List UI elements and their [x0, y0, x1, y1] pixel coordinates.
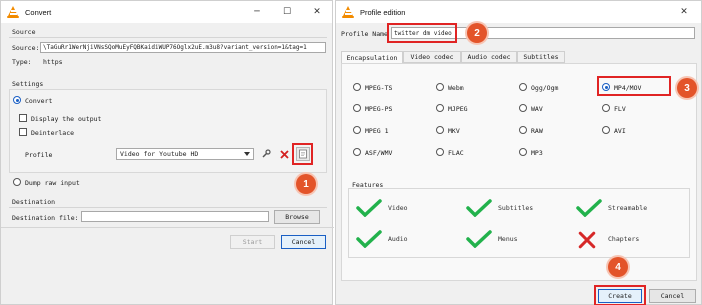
format-label: MPEG-TS [365, 84, 393, 92]
format-label: FLV [614, 105, 626, 113]
format-radio-avi[interactable] [602, 126, 610, 134]
convert-radio-label: Convert [25, 97, 53, 105]
format-radio-mpeg-1[interactable] [353, 126, 361, 134]
check-icon [576, 199, 602, 217]
maximize-icon[interactable]: ☐ [272, 1, 302, 23]
start-button[interactable]: Start [230, 235, 275, 249]
tab-video-codec[interactable]: Video codec [403, 51, 461, 63]
profile-name-label: Profile Name [341, 30, 388, 38]
cross-icon [578, 231, 596, 249]
convert-window: Convert ─ ☐ ✕ Source Source: \TaGuRr1Wer… [0, 0, 334, 305]
format-label: MJPEG [448, 105, 468, 113]
minimize-icon[interactable]: ─ [242, 1, 272, 23]
destination-label: Destination file: [12, 214, 79, 222]
format-label: MPEG 1 [365, 127, 389, 135]
profile-select[interactable]: Video for Youtube HD [116, 148, 254, 160]
tab-subtitles[interactable]: Subtitles [517, 51, 565, 63]
window-title: Convert [25, 7, 52, 17]
format-radio-mpeg-ps[interactable] [353, 104, 361, 112]
feature-label: Chapters [608, 235, 640, 243]
type-value: https [43, 58, 63, 66]
delete-icon [279, 149, 289, 159]
display-output-checkbox[interactable] [19, 114, 27, 122]
format-radio-ogg-ogm[interactable] [519, 83, 527, 91]
chevron-down-icon [244, 152, 250, 156]
destination-section-label: Destination [12, 198, 56, 206]
browse-button[interactable]: Browse [274, 210, 320, 224]
format-radio-wav[interactable] [519, 104, 527, 112]
profile-select-value: Video for Youtube HD [120, 150, 199, 158]
format-label: AVI [614, 127, 626, 135]
display-output-label: Display the output [31, 115, 102, 123]
format-label: MKV [448, 127, 460, 135]
format-radio-mjpeg[interactable] [436, 104, 444, 112]
close-icon[interactable]: ✕ [302, 1, 332, 23]
vlc-icon [7, 6, 19, 18]
close-icon[interactable]: ✕ [667, 1, 701, 23]
cancel-button[interactable]: Cancel [281, 235, 326, 249]
vlc-icon [342, 6, 354, 18]
profile-label: Profile [25, 151, 53, 159]
format-radio-flv[interactable] [602, 104, 610, 112]
highlight-box-1 [292, 143, 313, 165]
step-badge-3: 3 [677, 78, 697, 98]
window-title: Profile edition [360, 7, 406, 17]
format-label: Ogg/Ogm [531, 84, 559, 92]
feature-label: Streamable [608, 204, 648, 212]
step-badge-2: 2 [467, 23, 487, 43]
feature-label: Subtitles [498, 204, 534, 212]
feature-label: Video [388, 204, 408, 212]
settings-section-label: Settings [12, 80, 44, 88]
format-label: WAV [531, 105, 543, 113]
source-field[interactable]: \TaGuRr1WerNjiVNsSQoMuEyFQBKaidiWUP76Ogl… [40, 42, 326, 53]
cancel-button[interactable]: Cancel [649, 289, 696, 303]
deinterlace-checkbox[interactable] [19, 128, 27, 136]
format-label: Webm [448, 84, 464, 92]
check-icon [356, 199, 382, 217]
source-section-label: Source [12, 28, 36, 36]
deinterlace-label: Deinterlace [31, 129, 75, 137]
check-icon [466, 230, 492, 248]
feature-label: Menus [498, 235, 518, 243]
format-label: FLAC [448, 149, 464, 157]
format-radio-mpeg-ts[interactable] [353, 83, 361, 91]
type-label: Type: [12, 58, 32, 66]
format-radio-asf-wmv[interactable] [353, 148, 361, 156]
step-badge-4: 4 [608, 257, 628, 277]
format-radio-mp3[interactable] [519, 148, 527, 156]
highlight-box-2 [387, 23, 457, 43]
tab-audio-codec[interactable]: Audio codec [461, 51, 517, 63]
format-radio-mkv[interactable] [436, 126, 444, 134]
edit-profile-button[interactable] [259, 147, 273, 161]
format-label: ASF/WMV [365, 149, 393, 157]
format-label: MP4/MOV [614, 84, 642, 92]
dump-raw-radio[interactable] [13, 178, 21, 186]
format-label: MPEG-PS [365, 105, 393, 113]
check-icon [466, 199, 492, 217]
step-badge-1: 1 [296, 174, 316, 194]
dump-raw-label: Dump raw input [25, 179, 80, 187]
wrench-icon [262, 149, 271, 158]
feature-label: Audio [388, 235, 408, 243]
format-radio-raw[interactable] [519, 126, 527, 134]
destination-file-input[interactable] [81, 211, 269, 222]
source-label: Source: [12, 44, 40, 52]
convert-radio[interactable] [13, 96, 21, 104]
format-radio-mp4-mov[interactable] [602, 83, 610, 91]
format-radio-flac[interactable] [436, 148, 444, 156]
format-label: MP3 [531, 149, 543, 157]
check-icon [356, 230, 382, 248]
features-group [348, 188, 690, 258]
format-radio-webm[interactable] [436, 83, 444, 91]
highlight-box-4 [594, 285, 646, 305]
convert-titlebar: Convert ─ ☐ ✕ [1, 1, 332, 23]
format-label: RAW [531, 127, 543, 135]
profile-titlebar: Profile edition ✕ [336, 1, 701, 23]
profile-window: Profile edition ✕ Profile Name twitter d… [335, 0, 702, 305]
delete-profile-button[interactable] [277, 147, 291, 161]
